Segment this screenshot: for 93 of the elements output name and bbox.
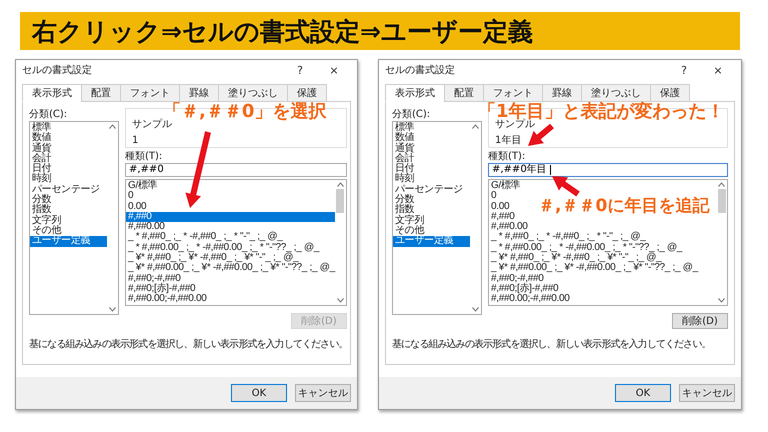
category-item[interactable]: 通貨: [393, 144, 414, 154]
tab[interactable]: 罫線: [542, 84, 582, 102]
format-item[interactable]: 0: [489, 191, 496, 202]
description-text: 基になる組み込みの表示形式を選択し、新しい表示形式を入力してください。: [392, 338, 711, 351]
category-item[interactable]: 文字列: [30, 216, 62, 226]
category-item[interactable]: 会計: [30, 154, 52, 164]
format-item[interactable]: #,##0.00;-#,##0.00: [489, 294, 570, 305]
tab[interactable]: 塗りつぶし: [581, 84, 651, 102]
pointer-arrow: [552, 176, 580, 196]
scroll-up-icon[interactable]: [718, 182, 725, 187]
tab[interactable]: 罫線: [179, 84, 219, 102]
window-title: セルの書式設定: [22, 64, 93, 77]
tab[interactable]: 表示形式: [22, 84, 82, 102]
category-label: 分類(C):: [29, 108, 68, 121]
format-item[interactable]: #,##0;[赤]-#,##0: [126, 284, 196, 294]
scroll-down-icon[interactable]: [718, 298, 725, 303]
category-item[interactable]: 時刻: [393, 174, 414, 185]
category-item[interactable]: 指数: [30, 205, 52, 216]
format-item[interactable]: _ * #,##0_ ;_ * -#,##0_ ;_ * "-"_ ;_ @_: [126, 232, 283, 243]
category-item[interactable]: 指数: [393, 205, 414, 216]
tab[interactable]: 塗りつぶし: [218, 84, 288, 102]
cancel-button[interactable]: キャンセル: [679, 384, 735, 402]
scroll-down-icon[interactable]: [109, 307, 116, 312]
format-item[interactable]: #,##0: [489, 212, 515, 222]
scrollbar-thumb[interactable]: [336, 189, 344, 213]
scroll-up-icon[interactable]: [472, 124, 479, 129]
format-item[interactable]: _ ¥* #,##0_ ;_ ¥* -#,##0_ ;_ ¥* "-"_ ;_ @_: [489, 253, 662, 264]
tab[interactable]: 保護: [287, 84, 327, 102]
scroll-down-icon[interactable]: [472, 307, 479, 312]
scroll-up-icon[interactable]: [109, 124, 116, 129]
format-item[interactable]: _ * #,##0.00_ ;_ * -#,##0.00_ ;_ * "-"??_ ;_ @_: [489, 242, 682, 254]
ok-button[interactable]: OK: [615, 384, 671, 402]
format-list[interactable]: [125, 179, 347, 306]
category-label: 分類(C):: [392, 108, 432, 121]
format-item[interactable]: #,##0: [126, 212, 335, 222]
text-cursor: [550, 165, 551, 175]
description-text: 基になる組み込みの表示形式を選択し、新しい表示形式を入力してください。: [29, 338, 348, 351]
format-item[interactable]: #,##0.00: [126, 222, 165, 232]
annotation-text: ＃,＃＃0に年目を追記: [538, 197, 710, 216]
format-item[interactable]: 0.00: [489, 202, 510, 212]
format-item[interactable]: G/標準: [126, 181, 158, 192]
category-item[interactable]: 標準: [30, 123, 52, 134]
type-input-field[interactable]: #,##0年目: [488, 163, 728, 177]
format-list[interactable]: [488, 179, 728, 306]
type-label: 種類(T):: [488, 150, 526, 163]
category-item[interactable]: 会計: [393, 154, 414, 164]
sample-value: 1: [132, 134, 138, 147]
tab[interactable]: 表示形式: [385, 84, 445, 102]
scrollbar-thumb[interactable]: [718, 189, 726, 213]
format-item[interactable]: #,##0;[赤]-#,##0: [489, 284, 558, 294]
format-item[interactable]: #,##0.00;-#,##0.00: [126, 294, 207, 305]
format-item[interactable]: #,##0;-#,##0: [489, 274, 544, 284]
category-item[interactable]: 標準: [393, 123, 414, 134]
sample-label: サンプル: [132, 118, 172, 131]
category-item[interactable]: その他: [30, 226, 62, 236]
category-item[interactable]: 文字列: [393, 216, 424, 226]
format-item[interactable]: _ ¥* #,##0.00_ ;_ ¥* -#,##0.00_ ;_ ¥* "-"??_ ;_ @_: [489, 263, 698, 274]
format-item[interactable]: #,##0;-#,##0: [126, 274, 181, 284]
tab[interactable]: 配置: [81, 84, 121, 102]
tab[interactable]: 配置: [444, 84, 484, 102]
category-item[interactable]: 時刻: [30, 174, 52, 185]
type-label: 種類(T):: [125, 150, 164, 163]
close-button[interactable]: ×: [317, 64, 351, 76]
type-input-field[interactable]: #,##0: [125, 163, 347, 177]
format-item[interactable]: _ * #,##0_ ;_ * -#,##0_ ;_ * "-"_ ;_ @_: [489, 232, 646, 243]
category-item[interactable]: 通貨: [30, 144, 52, 154]
delete-button[interactable]: 削除(D): [672, 313, 728, 329]
close-button[interactable]: ×: [701, 64, 735, 76]
category-item[interactable]: その他: [393, 226, 424, 236]
category-item[interactable]: 数値: [30, 133, 52, 144]
tab[interactable]: 保護: [650, 84, 690, 102]
help-button[interactable]: ?: [667, 64, 701, 76]
format-item[interactable]: _ * #,##0.00_ ;_ * -#,##0.00_ ;_ * "-"??_ ;_ @_: [126, 242, 320, 254]
format-item[interactable]: _ ¥* #,##0.00_ ;_ ¥* -#,##0.00_ ;_ ¥* "-"??_ ;_ @_: [126, 263, 335, 274]
tab[interactable]: フォント: [483, 84, 543, 102]
category-item[interactable]: 数値: [393, 133, 414, 144]
tab[interactable]: フォント: [120, 84, 180, 102]
format-item[interactable]: _ ¥* #,##0_ ;_ ¥* -#,##0_ ;_ ¥* "-"_ ;_ @_: [126, 253, 298, 264]
sample-value: 1年目: [495, 134, 522, 147]
ok-button[interactable]: OK: [231, 384, 287, 402]
window-title: セルの書式設定: [385, 64, 456, 77]
sample-label: サンプル: [495, 118, 535, 131]
format-item[interactable]: 0.00: [126, 202, 146, 212]
banner-title: 右クリック⇒セルの書式設定⇒ユーザー定義: [32, 16, 533, 48]
cancel-button[interactable]: キャンセル: [295, 384, 351, 402]
scroll-down-icon[interactable]: [336, 298, 344, 303]
category-item[interactable]: パーセンテージ: [393, 184, 463, 196]
format-item[interactable]: G/標準: [489, 181, 520, 192]
format-item[interactable]: #,##0.00: [489, 222, 528, 232]
help-button[interactable]: ?: [283, 64, 317, 76]
scroll-up-icon[interactable]: [336, 182, 344, 187]
category-item[interactable]: パーセンテージ: [30, 184, 100, 196]
format-item[interactable]: 0: [126, 191, 134, 202]
